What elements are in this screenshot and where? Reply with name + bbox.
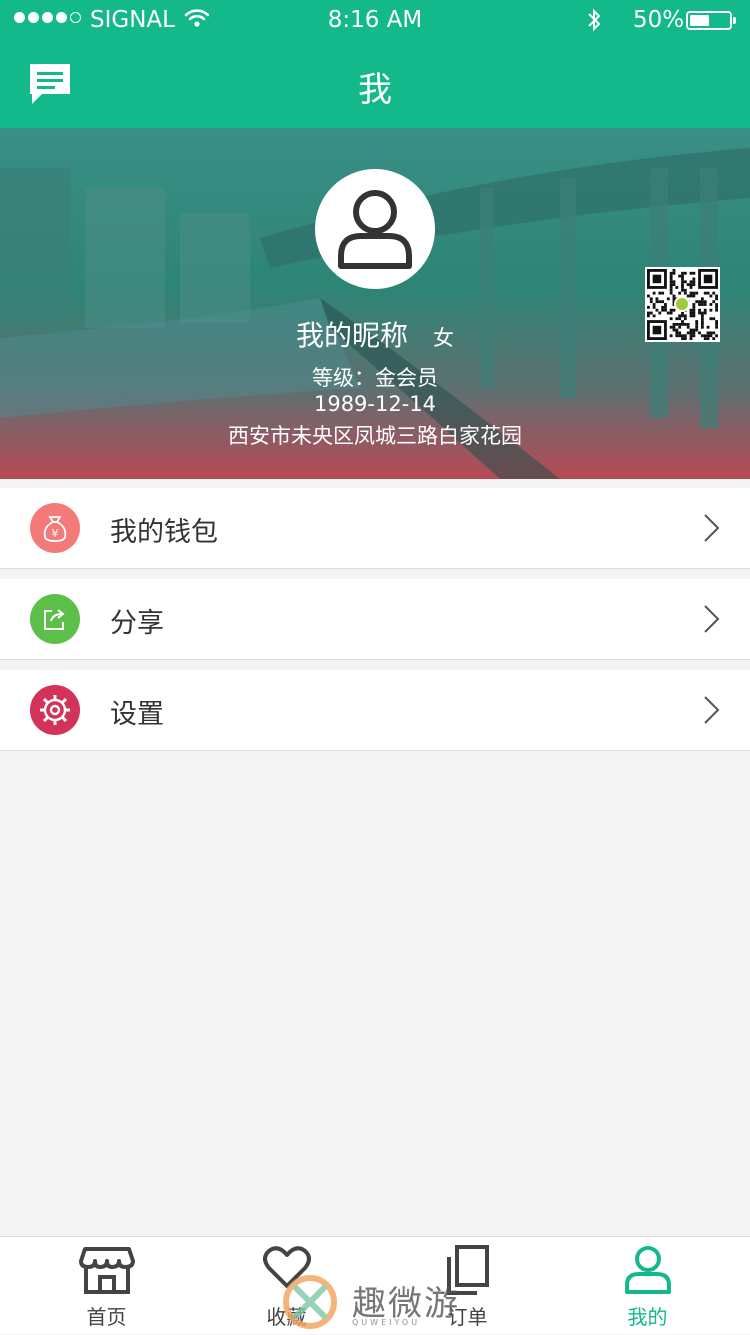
menu-item-share[interactable]: 分享 xyxy=(0,579,750,660)
name-row: 我的昵称 女 xyxy=(0,314,750,354)
battery-icon xyxy=(686,11,736,30)
tab-me[interactable]: 我的 xyxy=(554,1237,741,1335)
svg-text:¥: ¥ xyxy=(52,527,59,540)
status-bar: SIGNAL 8:16 AM 50% xyxy=(0,0,750,40)
address: 西安市未央区凤城三路白家花园 xyxy=(228,424,522,448)
avatar[interactable] xyxy=(315,169,435,289)
battery-percentage: 50% xyxy=(633,7,685,33)
chevron-right-icon xyxy=(703,513,721,547)
nav-bar: 我 xyxy=(0,40,750,128)
user-icon xyxy=(554,1245,741,1295)
bluetooth-icon xyxy=(586,7,602,39)
menu-item-label: 设置 xyxy=(110,699,164,730)
money-bag-icon: ¥ xyxy=(30,503,80,553)
page-title: 我 xyxy=(358,70,392,110)
profile-header: 我的昵称 女 等级：金会员 1989-12-14 西安市未央区凤城三路白家花园 xyxy=(0,128,750,479)
nickname: 我的昵称 xyxy=(295,319,408,352)
settings-gear-icon xyxy=(30,685,80,735)
birthday: 1989-12-14 xyxy=(313,392,437,416)
menu-item-settings[interactable]: 设置 xyxy=(0,670,750,751)
gender: 女 xyxy=(433,326,455,350)
chevron-right-icon xyxy=(703,604,721,638)
member-level: 等级：金会员 xyxy=(312,366,438,390)
watermark-logo xyxy=(283,1275,337,1329)
tab-label: 首页 xyxy=(86,1305,127,1329)
menu-item-label: 分享 xyxy=(110,608,164,639)
watermark: 趣微游 QUWEIYOU xyxy=(282,1274,482,1332)
store-icon xyxy=(13,1245,200,1295)
menu-item-label: 我的钱包 xyxy=(110,517,218,548)
user-icon xyxy=(338,190,412,269)
share-icon xyxy=(30,594,80,644)
tab-home[interactable]: 首页 xyxy=(13,1237,200,1335)
chevron-right-icon xyxy=(703,695,721,729)
menu-item-wallet[interactable]: ¥ 我的钱包 xyxy=(0,488,750,569)
watermark-subtext: QUWEIYOU xyxy=(352,1318,421,1327)
tab-label: 我的 xyxy=(627,1305,668,1329)
